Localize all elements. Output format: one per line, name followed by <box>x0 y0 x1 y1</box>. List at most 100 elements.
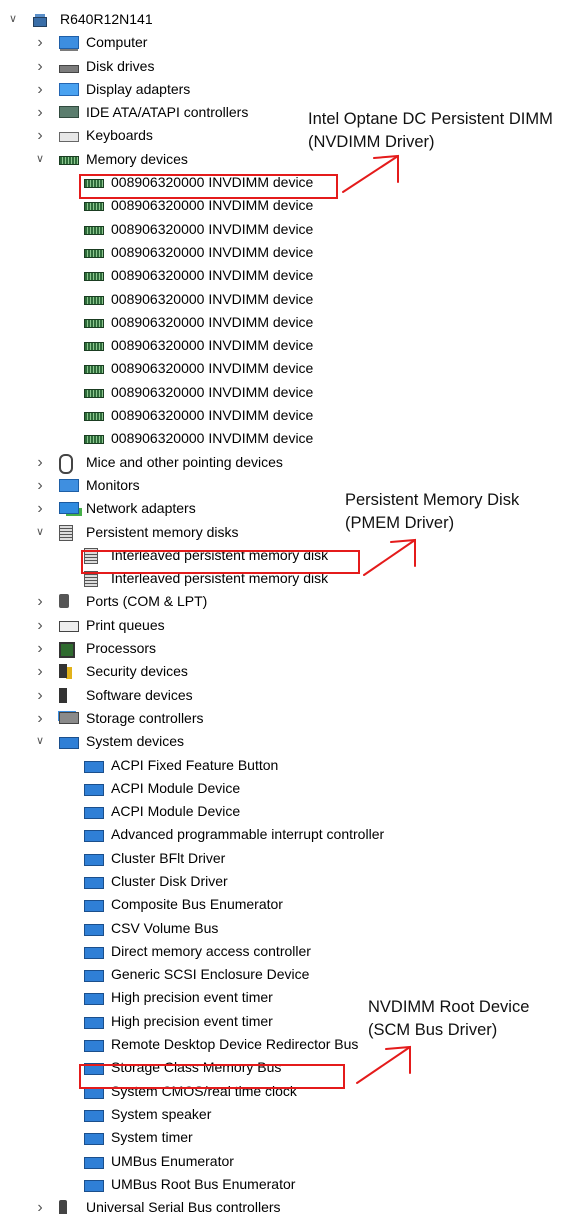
tree-item-acpi-module-device[interactable]: ACPI Module Device <box>0 800 588 823</box>
chevron-right-icon[interactable]: › <box>33 78 47 101</box>
tree-item-label: 008906320000 INVDIMM device <box>111 383 314 400</box>
tree-item-label: Cluster Disk Driver <box>111 872 228 889</box>
memory-icon <box>84 412 104 422</box>
tree-item-label: 008906320000 INVDIMM device <box>111 243 314 260</box>
system-device-icon <box>84 1109 104 1122</box>
monitor-icon <box>59 478 79 492</box>
tree-item-system-timer[interactable]: System timer <box>0 1126 588 1149</box>
tree-item-acpi-fixed-feature-button[interactable]: ACPI Fixed Feature Button <box>0 754 588 777</box>
tree-item-nvdimm[interactable]: 008906320000 INVDIMM device <box>0 288 588 311</box>
tree-item-label: 008906320000 INVDIMM device <box>111 290 314 307</box>
annotation-scm-line2: (SCM Bus Driver) <box>368 1021 498 1039</box>
tree-item-nvdimm[interactable]: 008906320000 INVDIMM device <box>0 357 588 380</box>
tree-item-label: UMBus Root Bus Enumerator <box>111 1175 296 1192</box>
tree-item-csv-volume-bus[interactable]: CSV Volume Bus <box>0 917 588 940</box>
chevron-down-icon[interactable]: ∨ <box>33 521 47 544</box>
tree-item-label: 008906320000 INVDIMM device <box>111 313 314 330</box>
network-adapter-icon <box>59 502 79 515</box>
tree-category-disk-drives[interactable]: › Disk drives <box>0 55 588 78</box>
chevron-right-icon[interactable]: › <box>33 474 47 497</box>
annotation-scm: NVDIMM Root Device (SCM Bus Driver) <box>368 996 529 1042</box>
tree-item-umbus-enumerator[interactable]: UMBus Enumerator <box>0 1150 588 1173</box>
tree-item-nvdimm[interactable]: 008906320000 INVDIMM device <box>0 311 588 334</box>
highlight-pmem-disk <box>81 550 360 574</box>
tree-category-universal-serial-bus-controllers[interactable]: › Universal Serial Bus controllers <box>0 1196 588 1219</box>
chevron-right-icon[interactable]: › <box>33 31 47 54</box>
chevron-right-icon[interactable]: › <box>33 1196 47 1219</box>
ide-controller-icon <box>59 106 79 119</box>
tree-category-print-queues[interactable]: › Print queues <box>0 614 588 637</box>
system-device-icon <box>84 1016 104 1029</box>
memory-icon <box>84 248 104 258</box>
tree-item-label: Generic SCSI Enclosure Device <box>111 966 310 983</box>
chevron-right-icon[interactable]: › <box>33 684 47 707</box>
chevron-right-icon[interactable]: › <box>33 614 47 637</box>
chevron-right-icon[interactable]: › <box>33 660 47 683</box>
tree-item-label: Direct memory access controller <box>111 942 311 959</box>
tree-category-mice-and-other-pointing-devices[interactable]: › Mice and other pointing devices <box>0 451 588 474</box>
tree-item-cluster-disk-driver[interactable]: Cluster Disk Driver <box>0 870 588 893</box>
chevron-right-icon[interactable]: › <box>33 101 47 124</box>
tree-item-label: 008906320000 INVDIMM device <box>111 337 314 354</box>
tree-item-nvdimm[interactable]: 008906320000 INVDIMM device <box>0 218 588 241</box>
tree-category-system-devices[interactable]: ∨ System devices <box>0 730 588 753</box>
chevron-down-icon[interactable]: ∨ <box>33 730 47 753</box>
highlight-nvdimm-device <box>79 174 338 199</box>
tree-item-cluster-bflt-driver[interactable]: Cluster BFlt Driver <box>0 847 588 870</box>
tree-item-label: Remote Desktop Device Redirector Bus <box>111 1036 359 1053</box>
tree-item-label: High precision event timer <box>111 1012 273 1029</box>
chevron-right-icon[interactable]: › <box>33 637 47 660</box>
chevron-down-icon[interactable]: ∨ <box>6 8 20 31</box>
tree-category-processors[interactable]: › Processors <box>0 637 588 660</box>
system-device-icon <box>84 993 104 1006</box>
tree-item-label: Storage controllers <box>86 709 204 726</box>
memory-icon <box>84 435 104 445</box>
system-device-icon <box>84 1179 104 1192</box>
tree-item-label: R640R12N141 <box>60 11 153 27</box>
system-device-icon <box>84 1040 104 1053</box>
memory-icon <box>59 155 79 165</box>
security-device-icon <box>59 664 67 679</box>
tree-item-label: Universal Serial Bus controllers <box>86 1199 281 1216</box>
tree-item-label: Cluster BFlt Driver <box>111 849 226 866</box>
tree-item-nvdimm[interactable]: 008906320000 INVDIMM device <box>0 404 588 427</box>
tree-category-computer[interactable]: › Computer <box>0 31 588 54</box>
tree-category-software-devices[interactable]: › Software devices <box>0 684 588 707</box>
tree-item-generic-scsi-enclosure-device[interactable]: Generic SCSI Enclosure Device <box>0 963 588 986</box>
memory-icon <box>84 295 104 305</box>
chevron-down-icon[interactable]: ∨ <box>33 148 47 171</box>
tree-item-umbus-root-bus-enumerator[interactable]: UMBus Root Bus Enumerator <box>0 1173 588 1196</box>
annotation-pmem: Persistent Memory Disk (PMEM Driver) <box>345 489 519 535</box>
chevron-right-icon[interactable]: › <box>33 707 47 730</box>
tree-item-nvdimm[interactable]: 008906320000 INVDIMM device <box>0 381 588 404</box>
tree-item-label: Keyboards <box>86 127 153 144</box>
tree-item-label: Persistent memory disks <box>86 523 239 540</box>
tree-category-storage-controllers[interactable]: › Storage controllers <box>0 707 588 730</box>
tree-item-nvdimm[interactable]: 008906320000 INVDIMM device <box>0 264 588 287</box>
tree-item-nvdimm[interactable]: 008906320000 INVDIMM device <box>0 427 588 450</box>
highlight-scm-bus <box>79 1064 345 1089</box>
system-device-icon <box>84 970 104 983</box>
system-device-icon <box>84 783 104 796</box>
chevron-right-icon[interactable]: › <box>33 590 47 613</box>
tree-category-ports-com-lpt[interactable]: › Ports (COM & LPT) <box>0 590 588 613</box>
tree-item-label: ACPI Module Device <box>111 779 241 796</box>
tree-category-display-adapters[interactable]: › Display adapters <box>0 78 588 101</box>
annotation-scm-line1: NVDIMM Root Device <box>368 998 530 1016</box>
chevron-right-icon[interactable]: › <box>33 124 47 147</box>
chevron-right-icon[interactable]: › <box>33 497 47 520</box>
tree-category-security-devices[interactable]: › Security devices <box>0 660 588 683</box>
tree-root[interactable]: ∨ R640R12N141 <box>0 8 588 31</box>
tree-item-direct-memory-access-controller[interactable]: Direct memory access controller <box>0 940 588 963</box>
tree-item-acpi-module-device[interactable]: ACPI Module Device <box>0 777 588 800</box>
tree-item-composite-bus-enumerator[interactable]: Composite Bus Enumerator <box>0 893 588 916</box>
tree-item-nvdimm[interactable]: 008906320000 INVDIMM device <box>0 334 588 357</box>
tree-item-advanced-programmable-interrupt-controller[interactable]: Advanced programmable interrupt controll… <box>0 823 588 846</box>
chevron-right-icon[interactable]: › <box>33 55 47 78</box>
chevron-right-icon[interactable]: › <box>33 451 47 474</box>
tree-item-nvdimm[interactable]: 008906320000 INVDIMM device <box>0 241 588 264</box>
tree-item-label: 008906320000 INVDIMM device <box>111 430 314 447</box>
tree-item-label: UMBus Enumerator <box>111 1152 234 1169</box>
tree-item-system-speaker[interactable]: System speaker <box>0 1103 588 1126</box>
annotation-nvdimm: Intel Optane DC Persistent DIMM (NVDIMM … <box>308 108 553 154</box>
